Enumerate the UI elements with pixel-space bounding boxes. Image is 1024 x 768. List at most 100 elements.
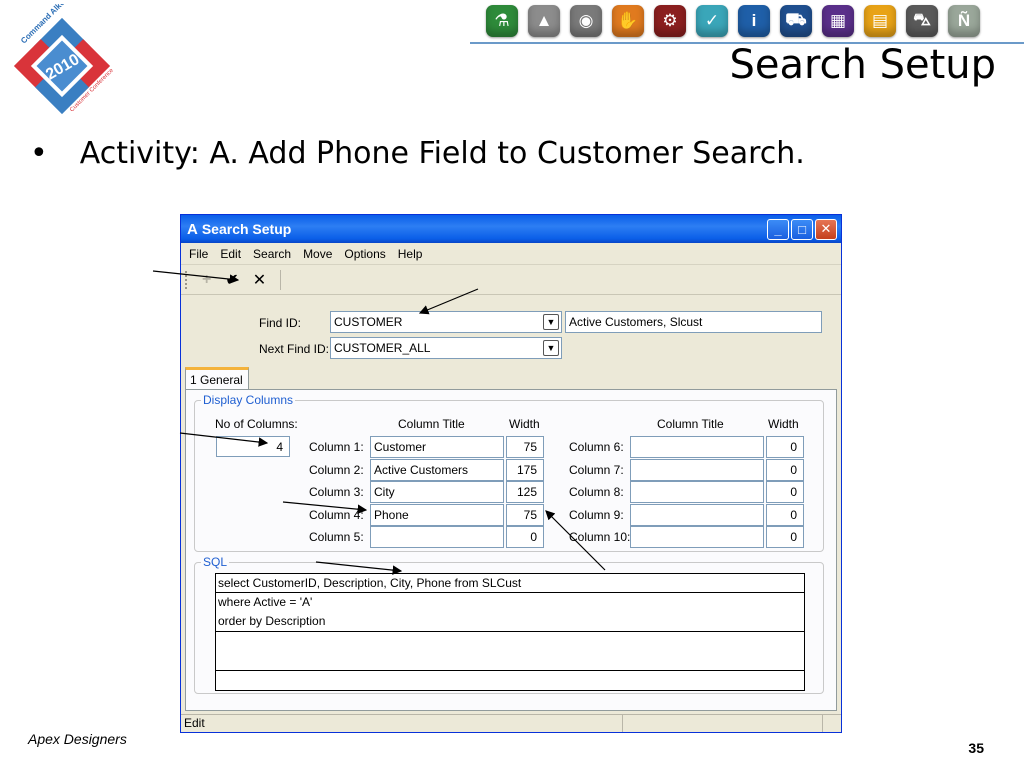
column-width-input[interactable]: 75 (506, 503, 544, 526)
activity-bullet: • Activity: A. Add Phone Field to Custom… (30, 136, 805, 171)
column-title-input[interactable] (630, 481, 764, 503)
menu-edit[interactable]: Edit (220, 247, 241, 261)
sql-line[interactable]: order by Description (215, 612, 805, 632)
num-columns-label: No of Columns: (215, 417, 298, 431)
column-width-input[interactable]: 125 (506, 481, 544, 503)
sql-line[interactable] (215, 670, 805, 691)
next-find-id-select[interactable]: CUSTOMER_ALL ▼ (330, 337, 562, 359)
column-title-input[interactable] (630, 503, 764, 526)
next-find-id-label: Next Find ID: (259, 342, 330, 356)
sql-group: SQL select CustomerID, Description, City… (194, 555, 824, 694)
road-icon[interactable]: ▲ (528, 5, 560, 37)
column-width-input[interactable]: 0 (766, 481, 804, 503)
cancel-button[interactable]: ✕ (253, 270, 266, 290)
column-width-input[interactable]: 0 (766, 436, 804, 458)
column-label: Column 7: (569, 462, 624, 477)
slide-title: Search Setup (729, 42, 996, 88)
chevron-down-icon[interactable]: ▼ (543, 314, 559, 330)
column-title-input[interactable] (370, 526, 504, 548)
sql-line[interactable]: where Active = 'A' (215, 592, 805, 613)
app-icon: A (187, 220, 198, 238)
column-label: Column 8: (569, 485, 624, 499)
menu-search[interactable]: Search (253, 247, 291, 261)
check-icon[interactable]: ✓ (696, 5, 728, 37)
column-label: Column 1: (309, 440, 364, 454)
width-header-right: Width (768, 417, 799, 431)
column-title-input[interactable]: City (370, 481, 504, 503)
column-label: Column 9: (569, 507, 624, 522)
find-id-label: Find ID: (259, 316, 302, 330)
toolbar-separator (280, 269, 282, 290)
chevron-down-icon[interactable]: ▼ (543, 340, 559, 356)
column-label: Column 5: (309, 530, 364, 544)
menu-help[interactable]: Help (398, 247, 423, 261)
column-title-input[interactable]: Customer (370, 436, 504, 458)
menu-options[interactable]: Options (344, 247, 385, 261)
column-width-input[interactable]: 0 (766, 503, 804, 526)
column-title-header-right: Column Title (657, 417, 724, 431)
column-title-input[interactable] (630, 458, 764, 481)
conference-logo: 2010 Command Alkon Customer Conference (13, 4, 115, 115)
hand-icon[interactable]: ✋ (612, 5, 644, 37)
info-icon[interactable]: i (738, 5, 770, 37)
num-columns-input[interactable]: 4 (216, 436, 290, 457)
footer-company: Apex Designers (28, 731, 127, 747)
sql-line[interactable] (215, 651, 805, 671)
column-width-input[interactable]: 175 (506, 458, 544, 481)
column-width-input[interactable]: 75 (506, 436, 544, 458)
general-tab-panel: Display Columns No of Columns: 4 Column … (185, 389, 837, 711)
maximize-button[interactable]: □ (791, 218, 813, 240)
globe-icon[interactable]: ◉ (570, 5, 602, 37)
bullet-text: Activity: A. Add Phone Field to Customer… (79, 136, 805, 171)
window-titlebar[interactable]: A Search Setup _ □ ✕ (181, 215, 841, 243)
next-find-id-value: CUSTOMER_ALL (334, 341, 431, 355)
truck-icon[interactable]: ⛍ (906, 5, 938, 37)
column-label: Column 2: (309, 462, 364, 477)
status-bar: Edit (181, 714, 841, 732)
status-mode: Edit (181, 715, 623, 732)
window-title: Search Setup (201, 221, 292, 237)
column-title-header-left: Column Title (398, 417, 465, 431)
gears-icon[interactable]: ⚙ (654, 5, 686, 37)
display-columns-legend: Display Columns (201, 393, 296, 407)
close-button[interactable]: ✕ (815, 218, 837, 240)
sql-legend: SQL (201, 555, 230, 569)
display-columns-group: Display Columns No of Columns: 4 Column … (194, 393, 824, 552)
menu-move[interactable]: Move (303, 247, 332, 261)
column-label: Column 4: (309, 507, 364, 522)
toolbar-grip[interactable] (185, 270, 188, 289)
bullet-symbol: • (30, 136, 48, 171)
column-title-input[interactable] (630, 436, 764, 458)
app-icon-bar: ⚗ ▲ ◉ ✋ ⚙ ✓ i ⛟ ▦ ▤ ⛍ Ñ (486, 5, 980, 39)
menu-file[interactable]: File (189, 247, 208, 261)
grid-icon[interactable]: ▦ (822, 5, 854, 37)
status-panel (623, 715, 823, 732)
save-button[interactable]: ✔ (225, 270, 238, 290)
n-icon[interactable]: Ñ (948, 5, 980, 37)
column-width-input[interactable]: 0 (766, 526, 804, 548)
dispatch-icon[interactable]: ⛟ (780, 5, 812, 37)
column-title-input[interactable] (630, 526, 764, 548)
width-header-left: Width (509, 417, 540, 431)
column-label: Column 10: (569, 530, 631, 544)
sql-line[interactable] (215, 631, 805, 652)
toolbar: + ✔ ✕ (181, 265, 841, 295)
minimize-button[interactable]: _ (767, 218, 789, 240)
column-title-input[interactable]: Phone (370, 503, 504, 526)
sql-line[interactable]: select CustomerID, Description, City, Ph… (215, 573, 805, 593)
find-id-value: CUSTOMER (334, 315, 403, 329)
column-label: Column 3: (309, 485, 364, 499)
column-label: Column 6: (569, 440, 624, 454)
find-id-select[interactable]: CUSTOMER ▼ (330, 311, 562, 333)
find-id-description[interactable]: Active Customers, Slcust (565, 311, 822, 333)
window-controls: _ □ ✕ (767, 218, 841, 240)
column-title-input[interactable]: Active Customers (370, 458, 504, 481)
window-icon[interactable]: ▤ (864, 5, 896, 37)
column-width-input[interactable]: 0 (766, 458, 804, 481)
add-button[interactable]: + (202, 271, 211, 289)
flask-icon[interactable]: ⚗ (486, 5, 518, 37)
page-number: 35 (968, 740, 984, 756)
tab-general[interactable]: 1 General (185, 367, 249, 389)
column-width-input[interactable]: 0 (506, 526, 544, 548)
menu-bar: File Edit Search Move Options Help (181, 243, 841, 265)
